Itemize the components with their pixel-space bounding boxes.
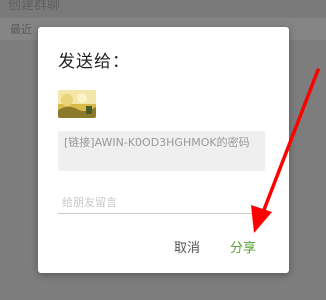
message-input[interactable] [58,192,265,214]
recipient-thumbnail-icon [58,90,96,118]
background-title: 创建群聊 [8,0,61,13]
background-header: 创建群聊 [0,0,326,18]
recipient-avatar [58,90,96,118]
background-section-label: 最近 [10,23,32,36]
shared-link-preview: [链接]AWIN-K0OD3HGHMOK的密码 [58,131,265,171]
cancel-button[interactable]: 取消 [170,235,204,258]
share-dialog: 发送给： [链接]AWIN-K0OD3HGHMOK的密码 取消 分享 [38,27,289,273]
shared-link-text: [链接]AWIN-K0OD3HGHMOK的密码 [64,136,250,149]
dialog-title: 发送给： [58,52,130,72]
share-button[interactable]: 分享 [226,235,260,258]
